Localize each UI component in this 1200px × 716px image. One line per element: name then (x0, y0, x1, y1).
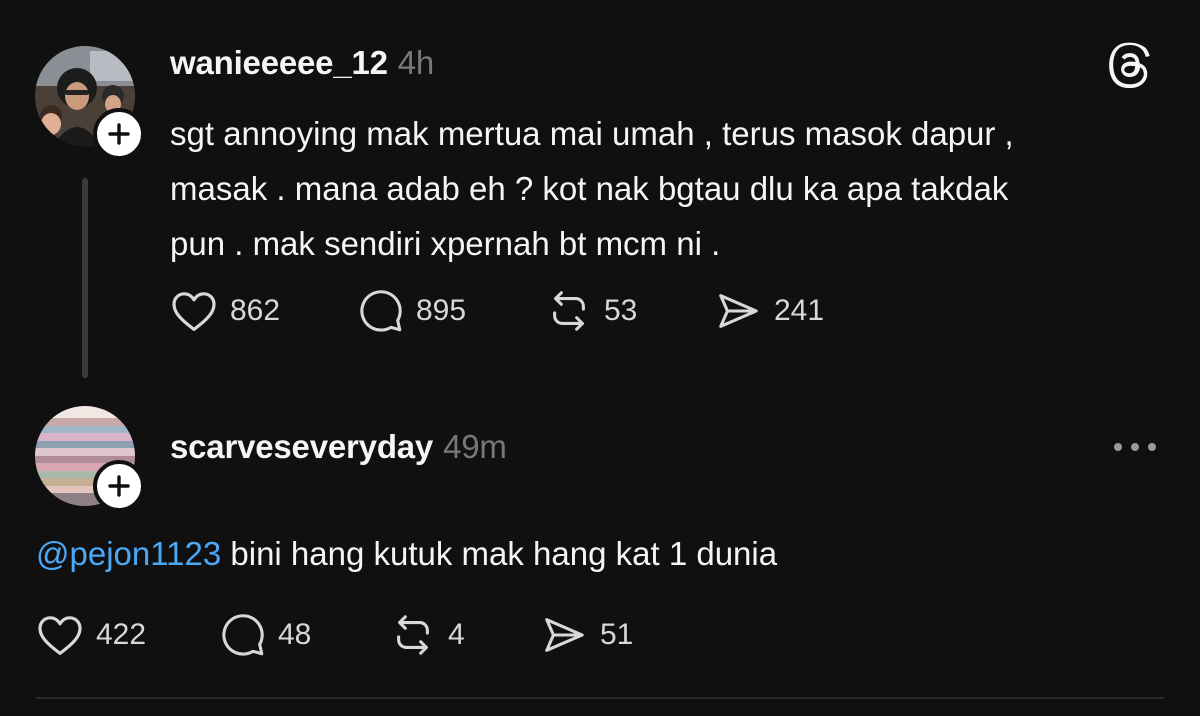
post-text-line: sgt annoying mak mertua mai umah , terus… (170, 115, 1014, 152)
username-link[interactable]: wanieeeee_12 (170, 44, 388, 81)
reply-timestamp: 49m (443, 428, 507, 465)
plus-icon (108, 475, 130, 497)
repost-button[interactable]: 53 (546, 288, 714, 334)
repost-icon (553, 291, 585, 331)
reply-count: 895 (416, 294, 467, 327)
post-actions: 862 895 53 241 (170, 286, 824, 336)
share-button[interactable]: 241 (714, 288, 824, 334)
reply-text: bini hang kutuk mak hang kat 1 dunia (221, 535, 778, 572)
post-timestamp: 4h (397, 44, 435, 81)
reply-button[interactable]: 895 (358, 288, 546, 334)
divider (36, 697, 1164, 699)
comment-icon (360, 290, 402, 332)
repost-button[interactable]: 4 (390, 612, 540, 658)
mention-link[interactable]: @pejon1123 (36, 535, 221, 572)
more-horizontal-icon[interactable] (1112, 437, 1158, 462)
like-count: 862 (230, 294, 281, 327)
send-icon (545, 618, 584, 652)
reply-actions: 422 48 4 51 (36, 610, 633, 660)
repost-count: 4 (448, 618, 465, 651)
repost-count: 53 (604, 294, 638, 327)
username-link[interactable]: scarveseveryday (170, 428, 433, 465)
heart-icon (38, 616, 82, 655)
reply-button[interactable]: 48 (220, 612, 390, 658)
thread-connector-line (82, 178, 88, 378)
reply-body: @pejon1123 bini hang kutuk mak hang kat … (36, 532, 777, 576)
post-text-line: pun . mak sendiri xpernah bt mcm ni . (170, 225, 721, 262)
threads-screen: wanieeeee_12 4h sgt annoying mak mertua m… (0, 0, 1200, 716)
post-body: sgt annoying mak mertua mai umah , terus… (170, 106, 1170, 271)
like-button[interactable]: 422 (36, 613, 220, 657)
plus-icon (108, 123, 130, 145)
repost-icon (397, 615, 429, 655)
like-button[interactable]: 862 (170, 289, 358, 333)
reply-header: scarveseveryday 49m (170, 428, 507, 466)
follow-button[interactable] (93, 460, 145, 512)
follow-button[interactable] (93, 108, 145, 160)
share-count: 51 (600, 618, 634, 651)
send-icon (719, 294, 758, 328)
comment-icon (222, 614, 264, 656)
heart-icon (172, 292, 216, 331)
like-count: 422 (96, 618, 147, 651)
share-button[interactable]: 51 (540, 612, 633, 658)
post-text-line: masak . mana adab eh ? kot nak bgtau dlu… (170, 170, 1009, 207)
share-count: 241 (774, 294, 825, 327)
threads-logo-icon[interactable] (1108, 42, 1154, 93)
reply-count: 48 (278, 618, 312, 651)
post-header: wanieeeee_12 4h (170, 44, 434, 82)
